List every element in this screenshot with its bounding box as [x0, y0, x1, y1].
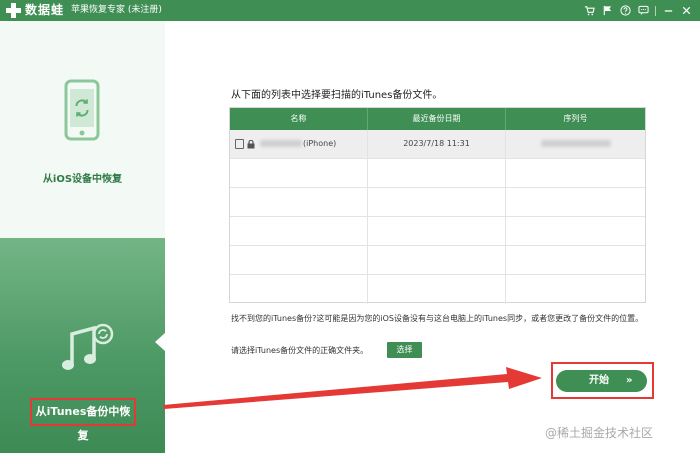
start-button[interactable]: 开始 » [556, 370, 647, 392]
table-row[interactable]: (iPhone) 2023/7/18 11:31 [230, 130, 645, 159]
device-type-label: (iPhone) [303, 139, 337, 148]
missing-backup-note: 找不到您的iTunes备份?这可能是因为您的iOS设备没有与这台电脑上的iTun… [231, 314, 644, 323]
phone-restore-icon [64, 79, 100, 141]
table-row [230, 275, 645, 304]
instruction-text: 从下面的列表中选择要扫描的iTunes备份文件。 [231, 90, 443, 101]
lock-icon [247, 140, 255, 149]
logo-cross-icon [6, 3, 21, 18]
sidebar-item-ios-device[interactable]: 从iOS设备中恢复 [0, 21, 165, 238]
column-header-serial[interactable]: 序列号 [506, 108, 645, 130]
redacted-serial [540, 140, 611, 147]
sidebar-item-itunes-backup[interactable]: 从iTunes备份中恢复 [0, 238, 165, 453]
cart-icon[interactable] [583, 4, 595, 17]
title-bar: 数据蛙 苹果恢复专家 (未注册) [0, 0, 700, 21]
itunes-music-icon [62, 323, 114, 370]
close-icon[interactable] [680, 4, 692, 17]
table-row [230, 246, 645, 275]
title-bar-controls [583, 3, 692, 18]
chat-icon[interactable] [637, 4, 649, 17]
column-header-date[interactable]: 最近备份日期 [368, 108, 506, 130]
app-name: 数据蛙 [25, 3, 65, 17]
serial-cell [506, 130, 645, 159]
column-header-name[interactable]: 名称 [230, 108, 368, 130]
sidebar-item-label: 从iTunes备份中恢复 [30, 398, 136, 442]
watermark: @稀土掘金技术社区 [545, 426, 654, 440]
minimize-icon[interactable] [662, 4, 674, 17]
table-header: 名称 最近备份日期 序列号 [230, 108, 645, 130]
backup-date-cell: 2023/7/18 11:31 [368, 130, 506, 159]
table-row [230, 159, 645, 188]
double-chevron-right-icon: » [626, 375, 633, 386]
flag-icon[interactable] [601, 4, 613, 17]
window-title: 苹果恢复专家 (未注册) [71, 5, 162, 15]
checkbox-icon[interactable] [235, 139, 244, 149]
backup-table: 名称 最近备份日期 序列号 (iPhone) 2023/7/18 11:31 [229, 107, 646, 304]
choose-folder-label: 请选择iTunes备份文件的正确文件夹。 [231, 346, 369, 355]
sidebar-item-label: 从iOS设备中恢复 [42, 174, 123, 185]
active-item-pointer [155, 333, 165, 351]
table-row [230, 217, 645, 246]
help-icon[interactable] [619, 4, 631, 17]
sidebar: 从iOS设备中恢复 从iTunes备份中恢复 [0, 21, 165, 453]
table-row [230, 188, 645, 217]
title-bar-divider [655, 5, 656, 16]
choose-folder-button[interactable]: 选择 [387, 342, 422, 358]
backup-name-cell: (iPhone) [230, 130, 368, 159]
redacted-device-name [260, 140, 302, 147]
